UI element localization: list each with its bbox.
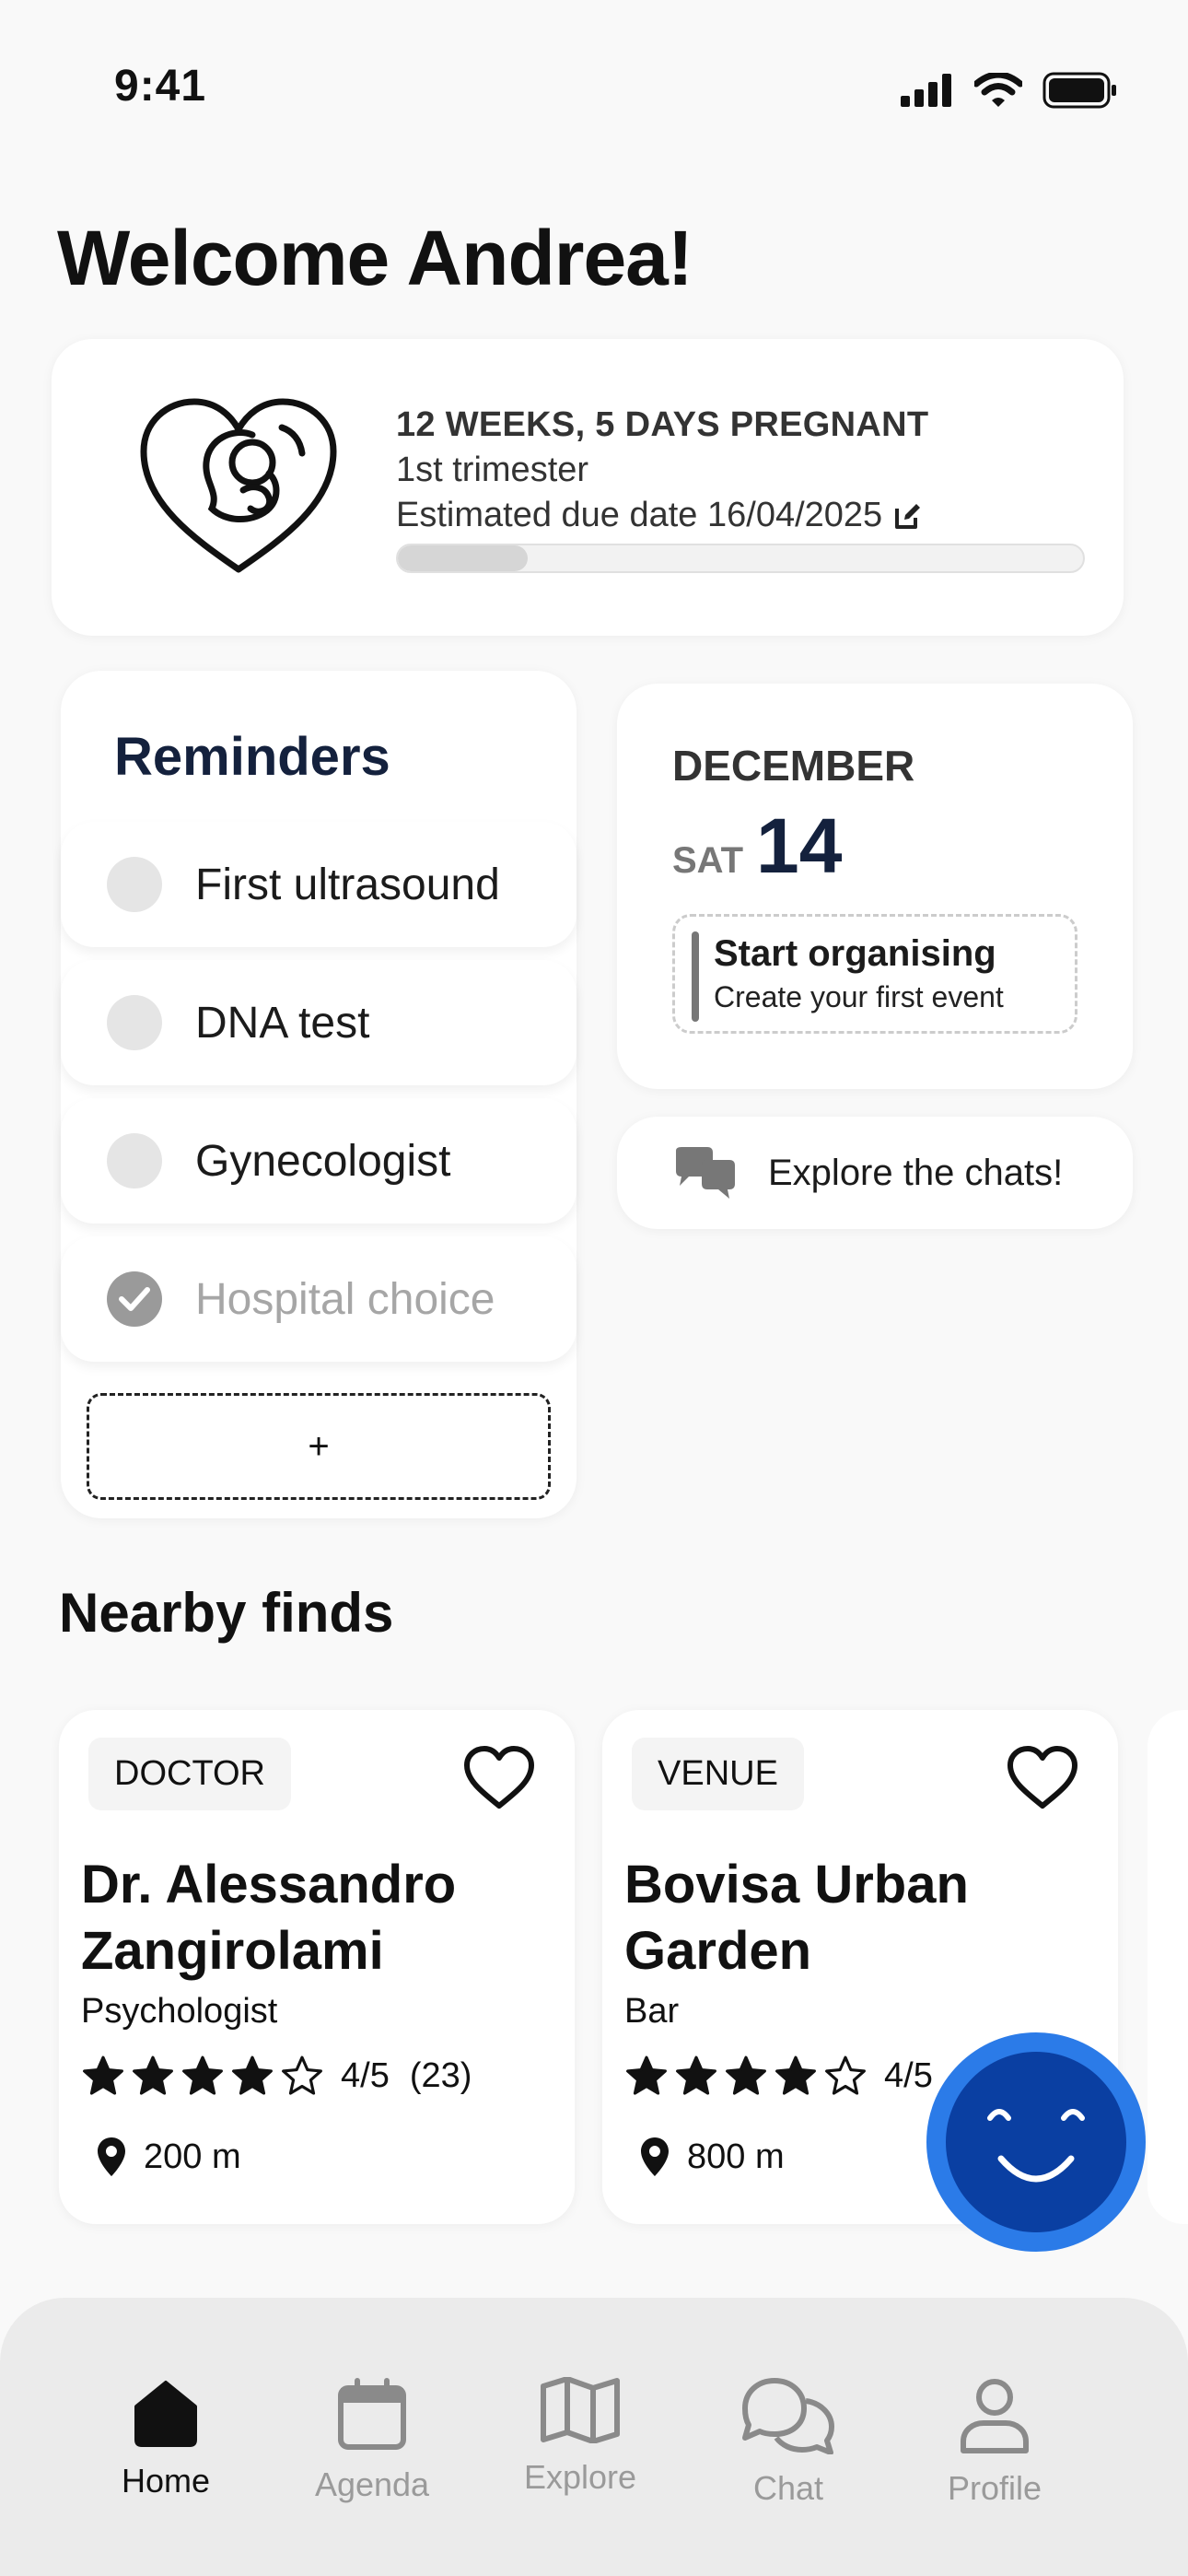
smiley-icon [946,2052,1126,2232]
star-filled-icon [182,2055,223,2095]
place-distance: 200 m [96,2136,241,2178]
nav-label: Home [121,2462,211,2500]
explore-chats-label: Explore the chats! [768,1152,1064,1193]
home-icon [134,2381,197,2447]
event-subtitle: Create your first event [714,980,1004,1013]
reminders-card: Reminders First ultrasound DNA test Gyne… [61,671,577,1518]
pregnancy-weeks: 12 WEEKS, 5 DAYS PREGNANT [396,405,929,444]
status-time: 9:41 [114,62,207,111]
star-empty-icon [825,2055,866,2095]
pregnancy-progress-bar [396,544,1085,573]
reminder-checkbox[interactable] [107,1133,162,1188]
star-filled-icon [83,2055,123,2095]
place-distance: 800 m [639,2136,785,2178]
place-type: Psychologist [81,1992,278,2031]
assistant-fab-button[interactable] [926,2032,1146,2252]
user-icon [961,2379,1029,2453]
page-title: Welcome Andrea! [57,215,693,301]
checkmark-icon [119,1287,150,1311]
calendar-icon [338,2378,406,2450]
place-name: Dr. Alessandro Zangirolami [81,1855,457,1981]
nav-explore[interactable]: Explore [507,2377,654,2497]
star-filled-icon [133,2055,173,2095]
reminders-title: Reminders [114,727,390,787]
place-card[interactable]: DOCTOR Dr. Alessandro Zangirolami Psycho… [59,1710,575,2224]
reminder-checkbox[interactable] [107,995,162,1050]
calendar-month: DECEMBER [672,742,915,790]
nav-profile[interactable]: Profile [921,2377,1068,2508]
place-category-tag: VENUE [632,1738,804,1810]
add-reminder-button[interactable]: + [87,1393,551,1500]
bottom-nav: Home Agenda Explore Chat Profile [0,2298,1188,2576]
pregnancy-trimester: 1st trimester [396,451,589,489]
reminder-label: Gynecologist [195,1136,451,1186]
star-rating [624,2055,868,2097]
calendar-day-number: 14 [756,802,843,889]
place-name: Bovisa Urban Garden [624,1855,969,1981]
calendar-card[interactable]: DECEMBER SAT 14 Start organising Create … [617,684,1133,1089]
review-count: (23) [409,2055,472,2095]
pregnancy-card[interactable]: 12 WEEKS, 5 DAYS PREGNANT 1st trimester … [52,339,1124,636]
map-icon [541,2377,620,2443]
event-title: Start organising [714,933,996,974]
location-pin-icon [641,2137,669,2176]
due-date-row: Estimated due date 16/04/2025 [396,496,928,535]
distance-text: 200 m [144,2137,241,2176]
pregnancy-info: 12 WEEKS, 5 DAYS PREGNANT 1st trimester … [396,405,928,535]
location-pin-icon [98,2137,125,2176]
event-bar [692,931,699,1022]
nav-label: Profile [947,2469,1042,2507]
star-filled-icon [726,2055,766,2095]
reminder-item[interactable]: Hospital choice [61,1236,577,1362]
edit-icon[interactable] [893,501,923,531]
star-filled-icon [676,2055,716,2095]
reminder-item[interactable]: First ultrasound [61,822,577,947]
status-icons [901,72,1118,109]
reminder-label: DNA test [195,998,370,1048]
nav-chat[interactable]: Chat [715,2377,862,2508]
signal-icon [901,74,951,107]
baby-heart-icon [140,398,337,573]
star-filled-icon [626,2055,667,2095]
distance-text: 800 m [687,2137,785,2176]
wifi-icon [974,73,1022,107]
place-rating: 4/5 [624,2055,933,2097]
reminder-item[interactable]: Gynecologist [61,1098,577,1224]
nav-agenda[interactable]: Agenda [298,2377,446,2504]
calendar-date: SAT 14 [672,802,842,891]
place-rating: 4/5 (23) [81,2055,472,2097]
star-rating [81,2055,324,2097]
explore-chats-button[interactable]: Explore the chats! [617,1117,1133,1229]
nav-home[interactable]: Home [92,2377,239,2500]
star-filled-icon [775,2055,816,2095]
due-date-text: Estimated due date 16/04/2025 [396,496,883,534]
nav-label: Chat [752,2469,824,2507]
star-filled-icon [232,2055,273,2095]
nav-label: Agenda [314,2465,430,2503]
chat-bubbles-icon [676,1147,735,1199]
reminder-label: Hospital choice [195,1274,495,1324]
chat-icon [742,2378,834,2454]
rating-text: 4/5 [884,2055,933,2095]
reminder-label: First ultrasound [195,860,500,909]
pregnancy-progress-fill [398,545,529,571]
reminder-item[interactable]: DNA test [61,960,577,1085]
heart-icon[interactable] [1006,1745,1079,1811]
place-category-tag: DOCTOR [88,1738,291,1810]
reminder-checkbox-checked[interactable] [107,1271,162,1327]
home-screen: 9:41 Welcome Andrea! 12 WEEKS, 5 DAYS PR… [0,0,1188,2576]
place-card-partial[interactable] [1147,1710,1188,2224]
nearby-title: Nearby finds [59,1582,394,1644]
battery-icon [1042,72,1116,109]
place-type: Bar [624,1992,680,2031]
star-empty-icon [282,2055,322,2095]
reminder-checkbox[interactable] [107,857,162,912]
heart-icon[interactable] [462,1745,536,1811]
calendar-weekday: SAT [672,840,744,881]
create-event-button[interactable]: Start organising Create your first event [672,914,1077,1034]
rating-text: 4/5 [341,2055,390,2095]
nav-label: Explore [523,2458,637,2496]
